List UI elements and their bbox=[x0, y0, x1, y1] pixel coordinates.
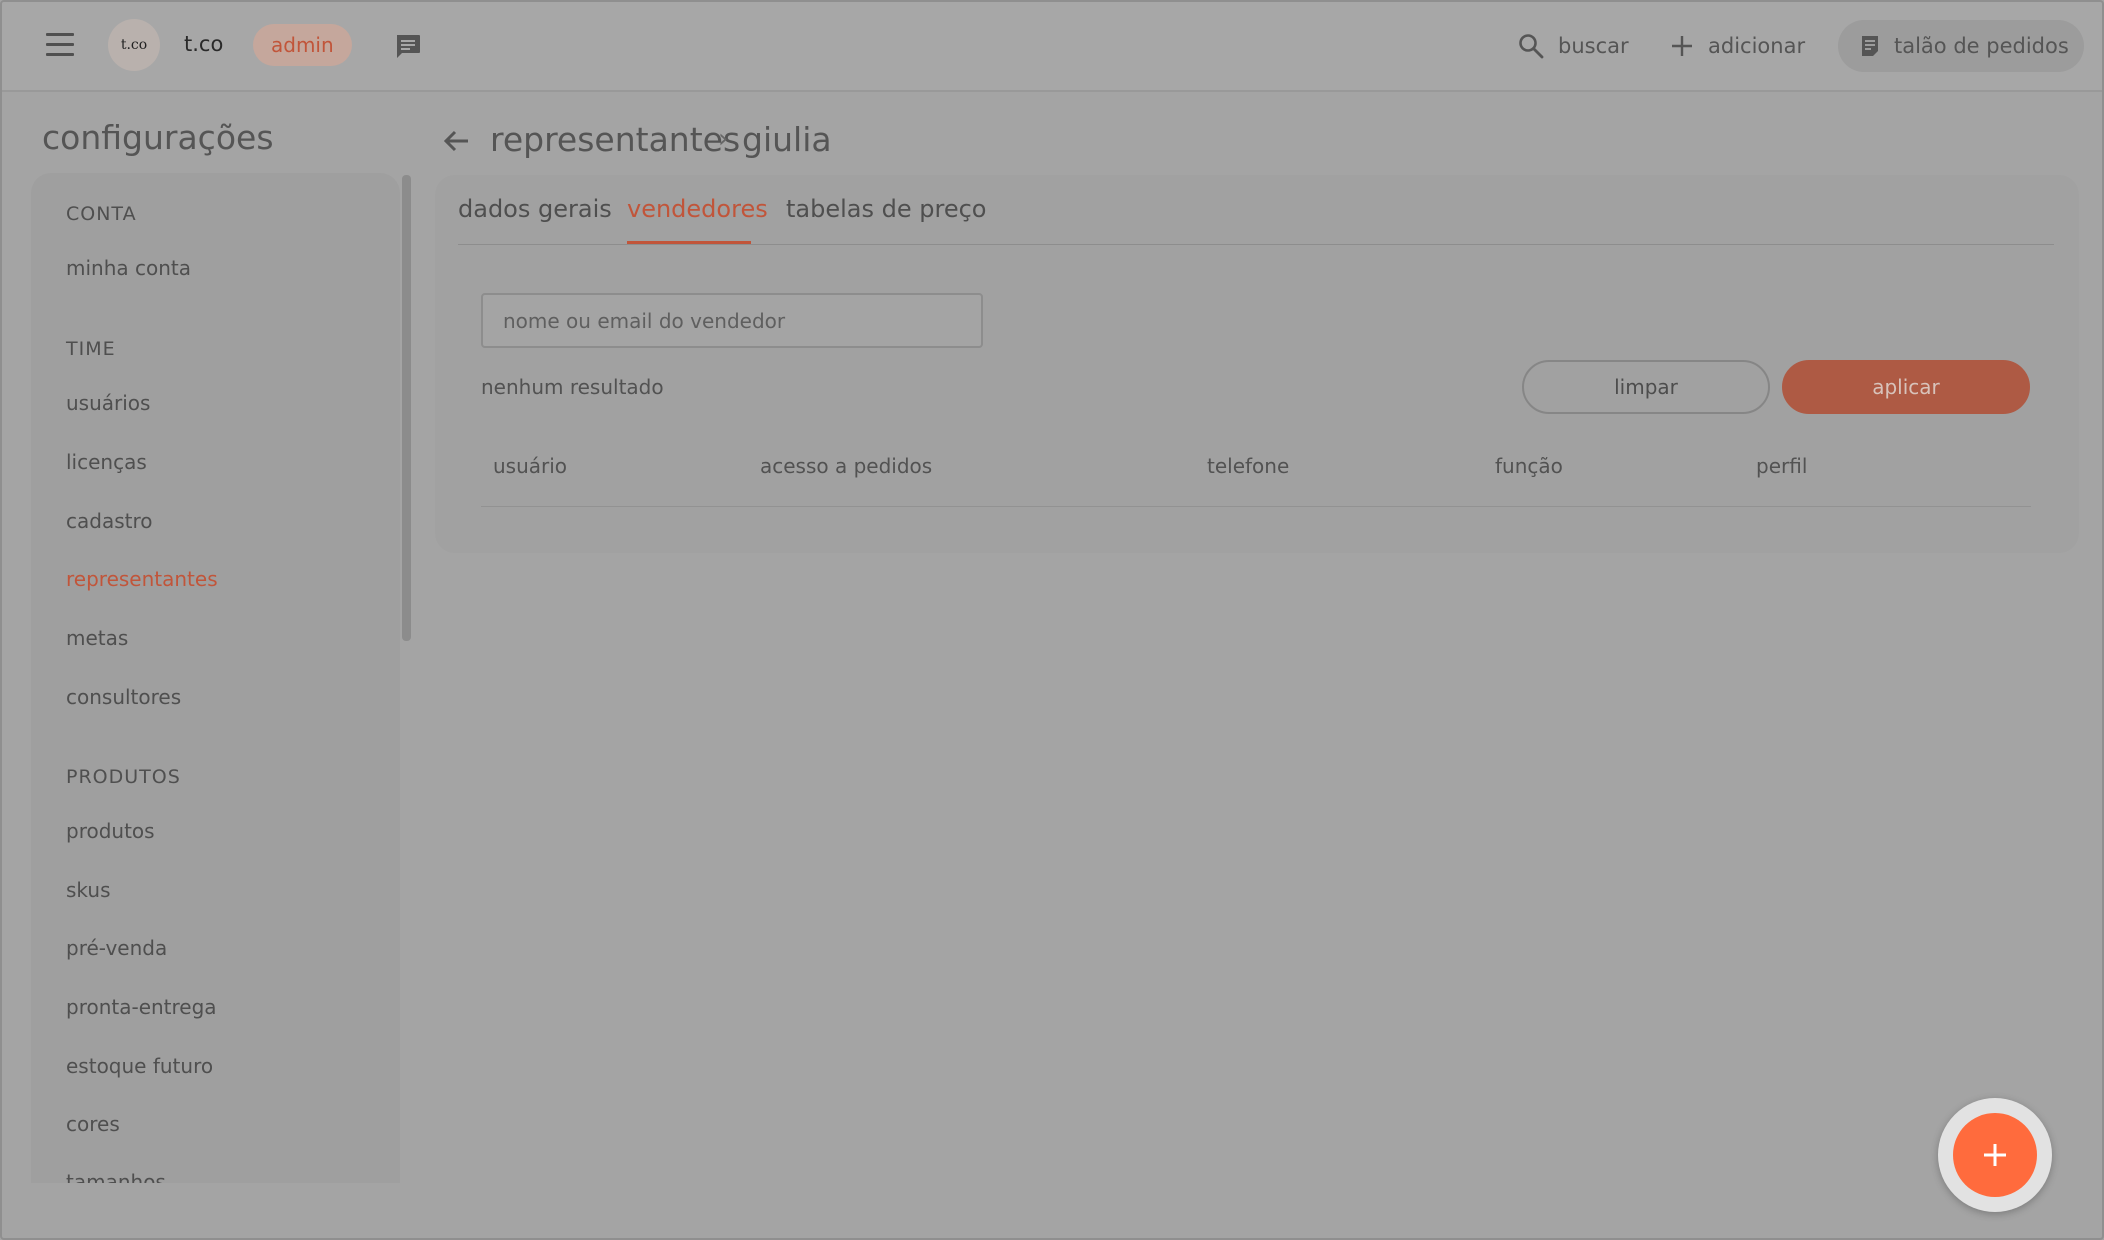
search-icon bbox=[1519, 34, 1544, 59]
breadcrumb-separator: › bbox=[718, 124, 729, 154]
tab-tabelas-de-preco[interactable]: tabelas de preço bbox=[786, 195, 986, 223]
sidebar-item-skus[interactable]: skus bbox=[66, 878, 110, 902]
column-header-telefone[interactable]: telefone bbox=[1207, 454, 1289, 478]
clear-button[interactable]: limpar bbox=[1522, 360, 1770, 414]
sidebar-item-cadastro[interactable]: cadastro bbox=[66, 509, 152, 533]
add-button[interactable]: adicionar bbox=[1670, 28, 1805, 64]
sidebar-item-estoque-futuro[interactable]: estoque futuro bbox=[66, 1054, 213, 1078]
sidebar-item-licencas[interactable]: licenças bbox=[66, 450, 147, 474]
column-header-funcao[interactable]: função bbox=[1495, 454, 1563, 478]
order-pad-button[interactable]: talão de pedidos bbox=[1838, 20, 2084, 72]
sidebar-item-metas[interactable]: metas bbox=[66, 626, 128, 650]
add-label: adicionar bbox=[1708, 34, 1806, 58]
back-arrow-icon[interactable] bbox=[442, 126, 472, 156]
sidebar-item-tamanhos[interactable]: tamanhos bbox=[66, 1170, 166, 1183]
sidebar-section-time: TIME bbox=[66, 338, 116, 360]
sidebar-section-produtos: PRODUTOS bbox=[66, 766, 181, 788]
settings-sidebar: CONTA minha conta TIME usuários licenças… bbox=[31, 173, 400, 1183]
brand-name: t.co bbox=[184, 32, 224, 56]
sidebar-scrollbar[interactable] bbox=[402, 175, 411, 641]
search-button[interactable]: buscar bbox=[1518, 28, 1629, 64]
column-header-usuario[interactable]: usuário bbox=[493, 454, 567, 478]
breadcrumb-current: giulia bbox=[742, 120, 832, 159]
apply-button[interactable]: aplicar bbox=[1782, 360, 2030, 414]
plus-icon bbox=[1984, 1144, 2006, 1166]
hamburger-menu-icon[interactable] bbox=[46, 33, 74, 57]
tab-vendedores[interactable]: vendedores bbox=[627, 195, 768, 223]
sidebar-item-usuarios[interactable]: usuários bbox=[66, 391, 150, 415]
order-pad-label: talão de pedidos bbox=[1894, 34, 2069, 58]
logo-text: t.co bbox=[120, 37, 148, 53]
sidebar-item-pronta-entrega[interactable]: pronta-entrega bbox=[66, 995, 217, 1019]
breadcrumb-parent[interactable]: representantes bbox=[490, 120, 740, 159]
brand-logo[interactable]: t.co bbox=[108, 19, 160, 71]
sidebar-item-consultores[interactable]: consultores bbox=[66, 685, 181, 709]
seller-search-input[interactable] bbox=[481, 293, 983, 348]
column-header-acesso-a-pedidos[interactable]: acesso a pedidos bbox=[760, 454, 932, 478]
sidebar-item-minha-conta[interactable]: minha conta bbox=[66, 256, 191, 280]
sidebar-section-conta: CONTA bbox=[66, 203, 137, 225]
plus-icon bbox=[1672, 36, 1692, 56]
table-header-divider bbox=[481, 506, 2031, 507]
top-bar: t.co t.co admin buscar adicionar talão d… bbox=[2, 2, 2102, 92]
sidebar-item-representantes[interactable]: representantes bbox=[66, 567, 218, 591]
tab-dados-gerais[interactable]: dados gerais bbox=[458, 195, 612, 223]
tabs-divider bbox=[458, 244, 2054, 245]
sidebar-item-pre-venda[interactable]: pré-venda bbox=[66, 936, 167, 960]
receipt-icon bbox=[1862, 36, 1878, 56]
column-header-perfil[interactable]: perfil bbox=[1756, 454, 1807, 478]
add-fab-button[interactable] bbox=[1953, 1113, 2037, 1197]
sidebar-item-cores[interactable]: cores bbox=[66, 1112, 120, 1136]
app-window: t.co t.co admin buscar adicionar talão d… bbox=[0, 0, 2104, 1240]
role-badge: admin bbox=[253, 24, 352, 66]
search-label: buscar bbox=[1558, 34, 1629, 58]
settings-title: configurações bbox=[42, 118, 274, 157]
result-status: nenhum resultado bbox=[481, 375, 664, 399]
chat-icon[interactable] bbox=[394, 33, 422, 59]
sidebar-item-produtos[interactable]: produtos bbox=[66, 819, 155, 843]
